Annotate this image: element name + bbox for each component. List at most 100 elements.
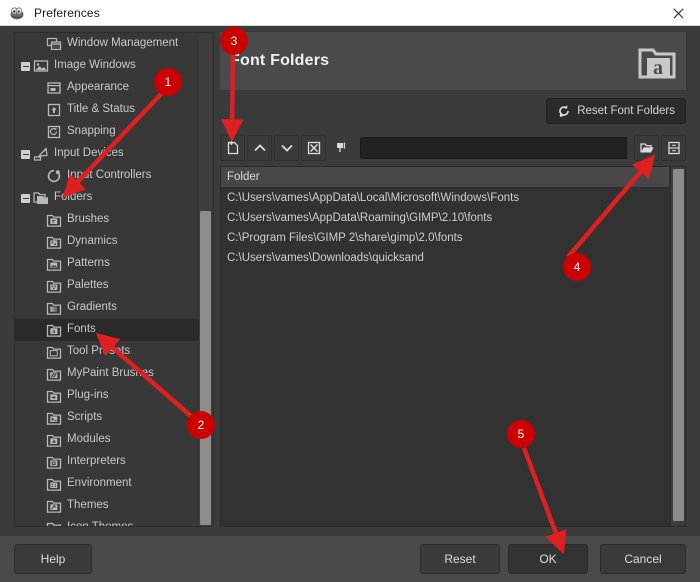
toggle-writable-button[interactable] [328,135,353,161]
expander-spacer [32,473,45,495]
move-down-button[interactable] [274,135,299,161]
sidebar-item-themes[interactable]: Themes [15,495,201,517]
expander-spacer [32,517,45,527]
sidebar-item-modules[interactable]: Modules [15,429,201,451]
sidebar-item-patterns[interactable]: Patterns [15,253,201,275]
sidebar-item-label: Input Devices [54,148,124,160]
sidebar-item-label: Image Windows [54,60,136,72]
folder-modules-icon [45,432,62,449]
expander-spacer [32,451,45,473]
sidebar-item-label: Snapping [67,126,116,138]
page-title: Font Folders [230,52,329,70]
panel-header: Font Folders a [220,32,686,90]
new-folder-button[interactable] [220,135,245,161]
move-up-button[interactable] [247,135,272,161]
expander-spacer [32,275,45,297]
category-list: Window Management Image Windows Appearance… [15,33,201,526]
folder-list-scrollbar-thumb[interactable] [673,169,684,521]
expander-spacer [32,407,45,429]
folder-patterns-icon [45,256,62,273]
expander-collapse-icon[interactable] [19,187,32,209]
sidebar-item-environment[interactable]: Environment [15,473,201,495]
snapping-icon [45,124,62,141]
sidebar-item-fonts[interactable]: a Fonts [15,319,201,341]
font-index-button[interactable] [661,135,686,161]
browse-folder-button[interactable] [634,135,659,161]
sidebar-scrollbar-thumb[interactable] [200,211,211,525]
reset-font-folders-label: Reset Font Folders [577,105,675,117]
sidebar-item-folders[interactable]: Folders [15,187,201,209]
sidebar-item-label: Dynamics [67,236,117,248]
sidebar-item-window-management[interactable]: Window Management [15,33,201,55]
sidebar-item-label: Palettes [67,280,109,292]
cancel-button[interactable]: Cancel [600,544,686,574]
folder-row[interactable]: C:\Users\vames\AppData\Local\Microsoft\W… [221,188,669,208]
input-devices-icon [32,146,49,163]
expander-collapse-icon[interactable] [19,143,32,165]
expander-spacer [32,209,45,231]
dialog-footer: Help Reset OK Cancel [0,536,700,582]
sidebar-item-plug-ins[interactable]: Plug-ins [15,385,201,407]
sidebar-item-label: Interpreters [67,456,126,468]
reset-button[interactable]: Reset [420,544,500,574]
sidebar-item-image-windows[interactable]: Image Windows [15,55,201,77]
sidebar-item-scripts[interactable]: Scripts [15,407,201,429]
expander-spacer [32,77,45,99]
sidebar-item-label: Title & Status [67,104,135,116]
sidebar-item-label: Fonts [67,324,96,336]
help-button[interactable]: Help [14,544,92,574]
sidebar-item-brushes[interactable]: Brushes [15,209,201,231]
sidebar-item-label: Tool Presets [67,346,130,358]
close-button[interactable] [656,0,700,26]
folder-mypaint-icon [45,366,62,383]
font-folders-icon: a [636,40,678,82]
sidebar-item-title-status[interactable]: Title & Status [15,99,201,121]
sidebar-item-appearance[interactable]: Appearance [15,77,201,99]
folders-icon [32,190,49,207]
title-bar: Preferences [0,0,700,26]
appearance-icon [45,80,62,97]
preferences-window: Preferences Window Management Image Windo… [0,0,700,582]
sidebar-item-label: Plug-ins [67,390,109,402]
folder-plugins-icon [45,388,62,405]
folder-row[interactable]: C:\Program Files\GIMP 2\share\gimp\2.0\f… [221,228,669,248]
folder-fonts-icon: a [45,322,62,339]
expander-spacer [32,231,45,253]
sidebar-scrollbar[interactable] [199,34,212,527]
reset-row: Reset Font Folders [546,98,686,124]
folder-row[interactable]: C:\Users\vames\AppData\Roaming\GIMP\2.10… [221,208,669,228]
sidebar-item-icon-themes[interactable]: Icon Themes [15,517,201,527]
sidebar-item-label: Modules [67,434,110,446]
sidebar-item-label: Folders [54,192,92,204]
sidebar-item-tool-presets[interactable]: Tool Presets [15,341,201,363]
folder-column-header[interactable]: Folder [221,167,669,188]
folder-list-scrollbar[interactable] [670,167,685,526]
expander-collapse-icon[interactable] [19,55,32,77]
sidebar-item-label: Environment [67,478,132,490]
expander-spacer [32,99,45,121]
sidebar-item-palettes[interactable]: Palettes [15,275,201,297]
folder-path-input-wrap[interactable] [360,137,627,159]
folder-row[interactable]: C:\Users\vames\Downloads\quicksand [221,248,669,268]
folder-path-input[interactable] [361,138,626,158]
sidebar-item-input-controllers[interactable]: Input Controllers [15,165,201,187]
svg-text:a: a [653,57,663,79]
sidebar-item-input-devices[interactable]: Input Devices [15,143,201,165]
folder-scripts-icon [45,410,62,427]
sidebar-item-gradients[interactable]: Gradients [15,297,201,319]
reset-font-folders-button[interactable]: Reset Font Folders [546,98,686,124]
sidebar-item-mypaint-brushes[interactable]: MyPaint Brushes [15,363,201,385]
preferences-category-tree[interactable]: Window Management Image Windows Appearance… [14,32,214,527]
folder-tool-presets-icon [45,344,62,361]
sidebar-item-interpreters[interactable]: Interpreters [15,451,201,473]
expander-spacer [32,165,45,187]
folder-interpreters-icon [45,454,62,471]
sidebar-item-dynamics[interactable]: Dynamics [15,231,201,253]
svg-text:a: a [52,329,55,335]
delete-folder-button[interactable] [301,135,326,161]
ok-button[interactable]: OK [508,544,588,574]
expander-spacer [32,495,45,517]
sidebar-item-snapping[interactable]: Snapping [15,121,201,143]
folder-list[interactable]: Folder C:\Users\vames\AppData\Local\Micr… [220,166,686,527]
window-title: Preferences [34,6,100,20]
